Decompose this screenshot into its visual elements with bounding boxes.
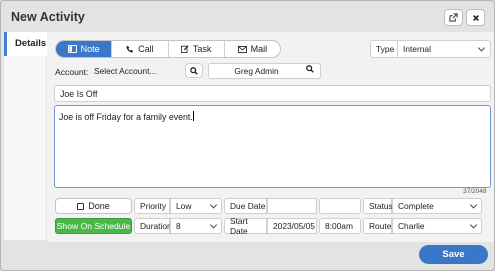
due-date-label: Due Date	[224, 198, 267, 214]
external-link-icon	[449, 13, 458, 22]
edit-icon	[180, 45, 189, 53]
assignee-field[interactable]: Greg Admin	[208, 63, 321, 79]
open-external-button[interactable]	[444, 9, 463, 26]
status-select[interactable]: Complete	[392, 198, 482, 214]
tab-mail-label: Mail	[250, 44, 268, 54]
duration-select[interactable]: 8	[170, 218, 222, 234]
show-on-schedule-button[interactable]: Show On Schedule	[55, 218, 132, 234]
phone-icon	[126, 45, 134, 53]
character-count: 37/2048	[463, 188, 487, 195]
start-date-input[interactable]: 2023/05/05	[267, 218, 317, 234]
type-label: Type	[370, 40, 397, 58]
search-icon	[190, 66, 198, 75]
tab-call[interactable]: Call	[111, 41, 167, 57]
tab-note-label: Note	[80, 44, 100, 54]
mail-icon	[237, 45, 247, 53]
close-button[interactable]	[466, 9, 485, 26]
due-time-input[interactable]	[319, 198, 361, 214]
priority-label: Priority	[134, 198, 170, 214]
tab-note[interactable]: Note	[56, 41, 112, 57]
assignee-search-button[interactable]	[306, 65, 314, 75]
text-caret	[192, 111, 194, 121]
subject-input[interactable]: Joe Is Off	[54, 85, 491, 102]
tab-details[interactable]: Details	[4, 32, 50, 56]
account-input[interactable]: Select Account...	[89, 63, 183, 79]
done-label: Done	[88, 201, 110, 211]
type-select[interactable]: Internal	[397, 40, 491, 58]
activity-type-selector: Note Call Task Mail	[55, 40, 281, 58]
route-select[interactable]: Charlie	[392, 218, 482, 234]
due-date-input[interactable]	[267, 198, 317, 214]
body-textarea[interactable]: Joe is off Friday for a family event.	[54, 105, 491, 188]
save-button[interactable]: Save	[419, 245, 488, 264]
priority-select[interactable]: Low	[170, 198, 222, 214]
route-label: Route	[363, 218, 392, 234]
tab-mail[interactable]: Mail	[223, 41, 280, 57]
account-label: Account:	[55, 67, 89, 77]
search-icon	[306, 65, 314, 73]
duration-label: Duration	[134, 218, 172, 234]
note-icon	[67, 45, 77, 53]
done-button[interactable]: Done	[55, 198, 132, 214]
close-icon	[472, 14, 479, 21]
account-search-button[interactable]	[185, 63, 203, 78]
tab-call-label: Call	[138, 44, 154, 54]
start-time-input[interactable]: 8:00am	[319, 218, 361, 234]
checkbox-icon	[77, 202, 85, 210]
tab-task-label: Task	[192, 44, 212, 54]
status-label: Status	[363, 198, 393, 214]
new-activity-dialog: New Activity Details Note Call Task Mail…	[0, 0, 495, 271]
start-date-label: Start Date	[224, 216, 267, 236]
sidebar: Details	[4, 32, 50, 240]
body-text: Joe is off Friday for a family event.	[59, 112, 193, 122]
tab-task[interactable]: Task	[167, 41, 224, 57]
dialog-title: New Activity	[11, 10, 85, 24]
